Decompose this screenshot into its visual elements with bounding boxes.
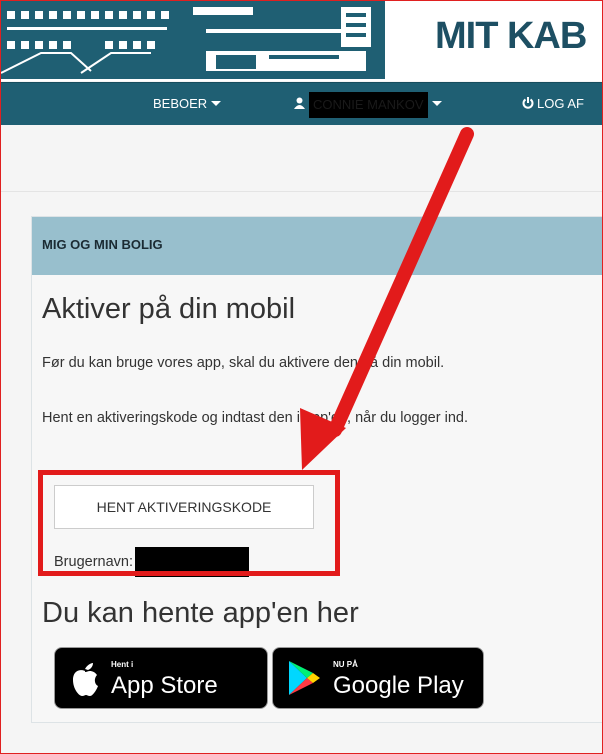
panel-heading: MIG OG MIN BOLIG (32, 217, 602, 275)
appstore-big-text: App Store (111, 672, 218, 699)
site-header: MIT KAB (1, 1, 602, 81)
activate-instructions: Hent en aktiveringskode og indtast den i… (42, 410, 468, 426)
googleplay-big-text: Google Play (333, 672, 464, 699)
app-store-badge[interactable]: Hent i App Store (54, 647, 268, 709)
brand-title: MIT KAB (435, 15, 587, 57)
panel-body: Aktiver på din mobil Før du kan bruge vo… (32, 275, 602, 722)
get-app-title: Du kan hente app'en her (42, 597, 359, 629)
building-logo-image (1, 1, 385, 79)
chevron-down-icon (431, 101, 442, 106)
nav-beboer-label: BEBOER (153, 96, 208, 111)
page-frame: MIT KAB BEBOER CONNIE MANKOV LOG AF MIG … (0, 0, 603, 754)
logout-label: LOG AF (537, 96, 584, 111)
activate-description: Før du kan bruge vores app, skal du akti… (42, 355, 445, 371)
main-navbar: BEBOER CONNIE MANKOV LOG AF (1, 82, 602, 125)
nav-beboer-menu[interactable]: BEBOER (153, 83, 222, 125)
panel-title: MIG OG MIN BOLIG (42, 237, 163, 252)
googleplay-small-text: NU PÅ (333, 660, 358, 669)
annotation-highlight-box (38, 470, 340, 576)
mig-og-min-bolig-panel: MIG OG MIN BOLIG Aktiver på din mobil Fø… (31, 216, 602, 723)
user-icon (294, 97, 305, 109)
appstore-small-text: Hent i (111, 660, 134, 669)
google-play-icon (289, 661, 320, 695)
power-icon (522, 97, 534, 109)
chevron-down-icon (211, 101, 222, 106)
nav-user-menu[interactable]: CONNIE MANKOV (294, 83, 442, 125)
user-name: CONNIE MANKOV (309, 91, 428, 118)
activate-title: Aktiver på din mobil (42, 293, 296, 325)
sub-header-bar (1, 125, 602, 192)
logout-link[interactable]: LOG AF (522, 83, 584, 125)
apple-icon (73, 663, 98, 696)
google-play-badge[interactable]: NU PÅ Google Play (272, 647, 484, 709)
